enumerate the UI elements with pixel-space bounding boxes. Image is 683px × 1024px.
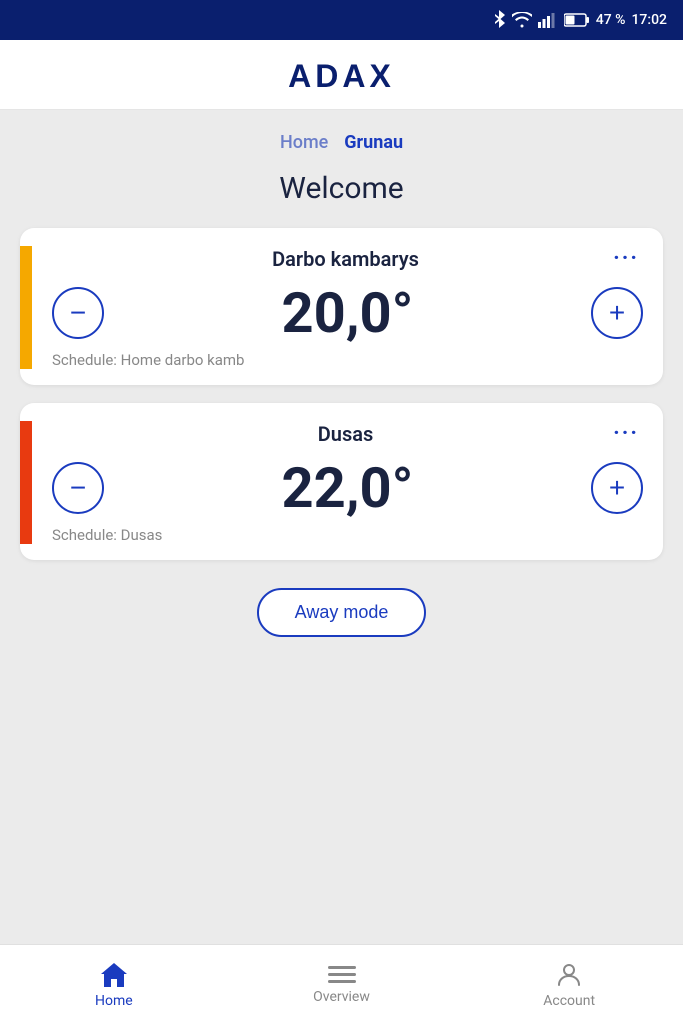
status-icons: 47 % 17:02 <box>492 10 667 30</box>
decrease-temp-dusas[interactable]: − <box>52 462 104 514</box>
battery-icon <box>564 13 590 27</box>
card-body-darbo: Darbo kambarys ··· − 20,0° + Schedule: H… <box>52 246 643 369</box>
overview-line-3 <box>328 980 356 983</box>
more-options-dusas[interactable]: ··· <box>609 421 643 446</box>
home-icon <box>99 961 129 989</box>
away-mode-container: Away mode <box>0 588 683 637</box>
card-body-dusas: Dusas ··· − 22,0° + Schedule: Dusas <box>52 421 643 544</box>
nav-item-home[interactable]: Home <box>0 953 228 1017</box>
card-controls-dusas: − 22,0° + <box>52 452 643 522</box>
increase-temp-darbo[interactable]: + <box>591 287 643 339</box>
more-options-darbo[interactable]: ··· <box>609 246 643 271</box>
breadcrumb-grunau[interactable]: Grunau <box>344 132 403 153</box>
bottom-nav: Home Overview Account <box>0 944 683 1024</box>
minus-icon-darbo: − <box>70 299 86 327</box>
away-mode-button[interactable]: Away mode <box>257 588 427 637</box>
overview-line-2 <box>328 973 356 976</box>
schedule-darbo: Schedule: Home darbo kamb <box>52 351 643 369</box>
overview-icon <box>328 964 356 985</box>
room-card-darbo: Darbo kambarys ··· − 20,0° + Schedule: H… <box>20 228 663 385</box>
overview-line-1 <box>328 966 356 969</box>
main-content: Home Grunau Welcome Darbo kambarys ··· −… <box>0 110 683 1024</box>
nav-item-overview[interactable]: Overview <box>228 956 456 1013</box>
card-header-darbo: Darbo kambarys ··· <box>52 246 643 271</box>
signal-icon <box>538 12 558 28</box>
nav-label-overview: Overview <box>313 989 370 1005</box>
nav-label-account: Account <box>543 993 595 1009</box>
plus-icon-dusas: + <box>609 474 625 502</box>
card-accent-yellow <box>20 246 32 369</box>
clock: 17:02 <box>631 12 667 28</box>
breadcrumb-home[interactable]: Home <box>280 132 328 153</box>
decrease-temp-darbo[interactable]: − <box>52 287 104 339</box>
rooms-container: Darbo kambarys ··· − 20,0° + Schedule: H… <box>0 228 683 560</box>
increase-temp-dusas[interactable]: + <box>591 462 643 514</box>
card-header-dusas: Dusas ··· <box>52 421 643 446</box>
card-controls-darbo: − 20,0° + <box>52 277 643 347</box>
breadcrumb: Home Grunau <box>0 110 683 161</box>
card-accent-orange <box>20 421 32 544</box>
room-card-dusas: Dusas ··· − 22,0° + Schedule: Dusas <box>20 403 663 560</box>
minus-icon-dusas: − <box>70 474 86 502</box>
wifi-icon <box>512 12 532 28</box>
app-logo: ADAX <box>288 58 395 95</box>
room-name-darbo: Darbo kambarys <box>82 247 609 271</box>
bluetooth-icon <box>492 10 506 30</box>
nav-item-account[interactable]: Account <box>455 953 683 1017</box>
status-bar: 47 % 17:02 <box>0 0 683 40</box>
temperature-darbo: 20,0° <box>282 285 414 341</box>
temperature-dusas: 22,0° <box>282 460 414 516</box>
account-icon <box>555 961 583 989</box>
app-header: ADAX <box>0 40 683 110</box>
room-name-dusas: Dusas <box>82 422 609 446</box>
schedule-dusas: Schedule: Dusas <box>52 526 643 544</box>
plus-icon-darbo: + <box>609 299 625 327</box>
battery-percent: 47 % <box>596 12 626 28</box>
welcome-title: Welcome <box>0 161 683 228</box>
nav-label-home: Home <box>95 993 133 1009</box>
